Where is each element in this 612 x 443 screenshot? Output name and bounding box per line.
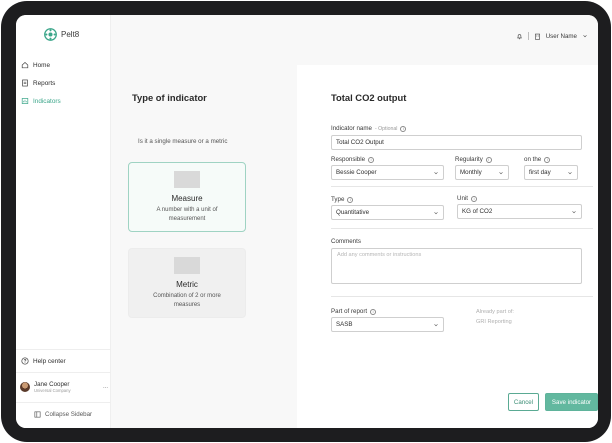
- on-the-label: on the i: [524, 156, 551, 163]
- metric-option-card[interactable]: Metric Combination of 2 or more measures: [128, 248, 246, 318]
- app-logo[interactable]: Pelt8: [44, 28, 79, 41]
- info-icon: i: [544, 156, 551, 163]
- comments-label: Comments: [331, 238, 361, 245]
- chevron-down-icon: [434, 211, 438, 214]
- top-bar: User Name: [111, 15, 598, 65]
- info-icon: i: [368, 156, 375, 163]
- info-icon: i: [370, 308, 377, 315]
- user-organization: Universal Company: [34, 388, 71, 393]
- info-icon: i: [400, 125, 407, 132]
- app-screen: Pelt8 Home Reports Indicators Help cente…: [16, 15, 598, 428]
- user-menu-label[interactable]: User Name: [546, 33, 577, 40]
- info-icon: i: [485, 156, 492, 163]
- unit-select[interactable]: KG of CO2: [457, 204, 582, 219]
- option-title: Metric: [176, 280, 198, 289]
- already-part-of-value: GRI Reporting: [476, 319, 512, 325]
- collapse-sidebar-button[interactable]: Collapse Sidebar: [34, 411, 92, 418]
- help-center-label: Help center: [33, 357, 66, 365]
- chevron-down-icon: [434, 323, 438, 326]
- chevron-down-icon[interactable]: [582, 33, 588, 39]
- sidebar-item-label: Home: [33, 61, 51, 69]
- info-icon: i: [471, 195, 478, 202]
- help-center-link[interactable]: Help center: [21, 357, 66, 365]
- help-icon: [21, 357, 29, 365]
- regularity-select[interactable]: Monthly: [455, 165, 509, 180]
- sidebar-divider: [16, 372, 111, 373]
- image-placeholder: [174, 171, 200, 188]
- indicator-name-label: Indicator name - Optional i: [331, 125, 407, 132]
- responsible-select[interactable]: Bessie Cooper: [331, 165, 444, 180]
- collapse-sidebar-icon: [34, 411, 41, 418]
- optional-tag: - Optional: [374, 125, 398, 132]
- logo-icon: [44, 28, 57, 41]
- collapse-sidebar-label: Collapse Sidebar: [45, 411, 93, 418]
- type-select[interactable]: Quantitative: [331, 205, 444, 220]
- chevron-down-icon: [572, 210, 576, 213]
- comments-textarea[interactable]: Add any comments or instructions: [331, 248, 582, 284]
- sidebar: Pelt8 Home Reports Indicators Help cente…: [16, 15, 111, 428]
- panel-title: Type of indicator: [132, 92, 207, 103]
- chevron-down-icon: [434, 171, 438, 174]
- part-of-report-select[interactable]: SASB: [331, 317, 444, 332]
- device-bezel: Pelt8 Home Reports Indicators Help cente…: [1, 1, 611, 442]
- regularity-label: Regularity i: [455, 156, 492, 163]
- type-label: Type i: [331, 196, 354, 203]
- part-of-report-label: Part of report i: [331, 308, 377, 315]
- sidebar-item-reports[interactable]: Reports: [21, 77, 55, 89]
- avatar: [20, 382, 30, 392]
- bell-icon[interactable]: [516, 33, 523, 40]
- chevron-down-icon: [568, 171, 572, 174]
- info-icon: i: [347, 196, 354, 203]
- user-name: Jane Cooper: [34, 381, 70, 388]
- form-divider: [331, 296, 593, 297]
- topbar-divider: [527, 32, 529, 40]
- form-divider: [331, 186, 593, 187]
- chevron-down-icon: [499, 171, 503, 174]
- option-description: Combination of 2 or more measures: [153, 293, 221, 308]
- unit-label: Unit i: [457, 195, 478, 202]
- image-placeholder: [174, 257, 200, 274]
- cancel-button[interactable]: Cancel: [508, 393, 539, 411]
- indicators-icon: [21, 98, 29, 104]
- option-title: Measure: [171, 194, 203, 203]
- sidebar-item-indicators[interactable]: Indicators: [21, 95, 61, 107]
- user-profile[interactable]: Jane Cooper Universal Company ...: [20, 381, 108, 393]
- indicator-name-input[interactable]: Total CO2 Output: [331, 135, 582, 150]
- panel-subtitle: Is it a single measure or a metric: [138, 138, 228, 145]
- app-name: Pelt8: [61, 30, 80, 39]
- user-menu: User Name: [516, 32, 588, 40]
- more-options-icon[interactable]: ...: [103, 384, 108, 390]
- sidebar-item-label: Reports: [33, 79, 56, 87]
- on-the-select[interactable]: first day: [524, 165, 578, 180]
- form-divider: [331, 228, 593, 229]
- indicator-type-panel: Type of indicator Is it a single measure…: [111, 65, 297, 428]
- measure-option-card[interactable]: Measure A number with a unit of measurem…: [128, 162, 246, 232]
- form-title: Total CO2 output: [331, 92, 407, 103]
- indicator-form: Total CO2 output Indicator name - Option…: [297, 65, 598, 428]
- responsible-label: Responsible i: [331, 156, 375, 163]
- option-description: A number with a unit of measurement: [156, 207, 218, 222]
- home-icon: [21, 61, 29, 69]
- sidebar-item-home[interactable]: Home: [21, 59, 50, 71]
- sidebar-divider: [16, 349, 111, 350]
- already-part-of-label: Already part of:: [476, 309, 514, 315]
- report-icon: [22, 79, 28, 87]
- sidebar-divider: [16, 402, 111, 403]
- save-indicator-button[interactable]: Save indicator: [545, 393, 598, 411]
- building-icon: [534, 33, 540, 40]
- sidebar-item-label: Indicators: [33, 97, 61, 105]
